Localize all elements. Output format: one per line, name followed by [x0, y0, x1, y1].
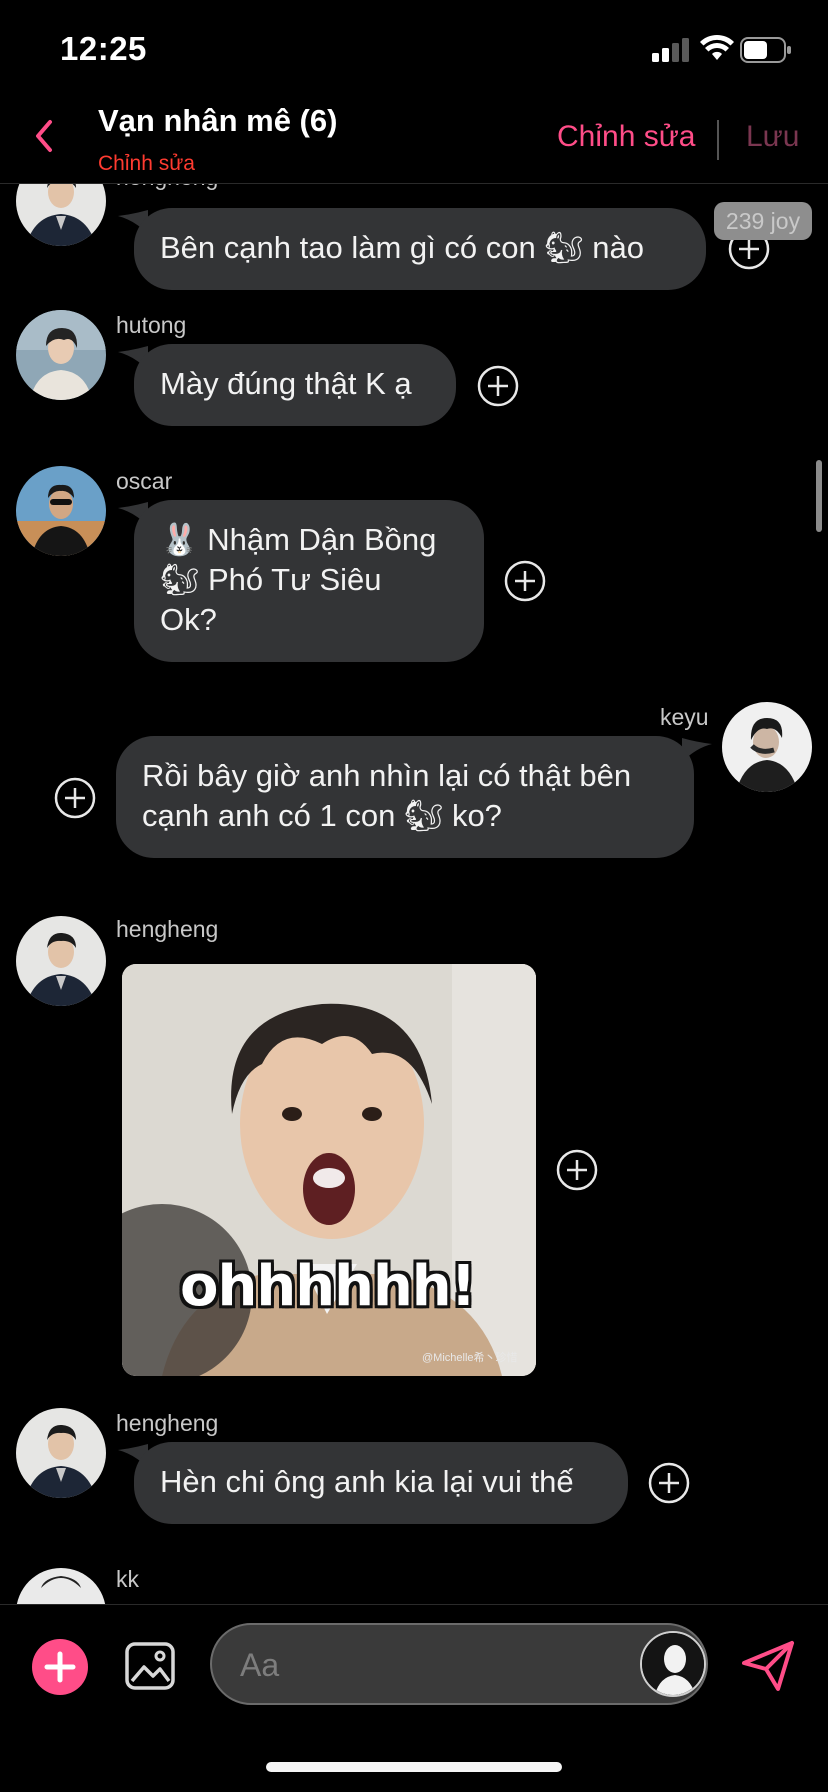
avatar[interactable] [16, 916, 106, 1006]
home-indicator[interactable] [266, 1762, 562, 1772]
chat-subtitle: Chỉnh sửa [98, 152, 195, 175]
status-time: 12:25 [60, 30, 147, 67]
edit-button[interactable]: Chỉnh sửa [557, 120, 696, 154]
sticker-avatar-icon[interactable] [640, 1631, 706, 1697]
image-watermark: @Michelle希丶珍惜 [422, 1352, 518, 1364]
wifi-icon [700, 34, 734, 60]
sender-name: hengheng [116, 1410, 219, 1436]
message-item: hengheng ohhhhhh! @Michelle希丶珍惜 [0, 184, 828, 1604]
scrollbar[interactable] [816, 460, 822, 532]
battery-icon [740, 37, 791, 63]
message-text: Hèn chi ông anh kia lại vui thế [160, 1464, 574, 1499]
avatar[interactable] [16, 1408, 106, 1498]
message-input-field[interactable] [210, 1623, 708, 1705]
sender-name: hengheng [116, 916, 219, 942]
cellular-signal-icon [652, 38, 690, 62]
chat-screen: 12:25 Vạn nhân mê (6) Chỉnh sửa Chỉnh sử… [0, 0, 828, 1792]
plus-icon [44, 1651, 76, 1683]
message-item: hengheng Hèn chi ông anh kia lại vui thế [0, 1408, 828, 1540]
message-list[interactable]: hengheng Bên cạnh tao làm gì có con 🐿 nà… [0, 184, 828, 1604]
status-bar: 12:25 [0, 0, 828, 100]
joy-badge: 239 joy [714, 202, 812, 240]
shared-image[interactable]: ohhhhhh! @Michelle希丶珍惜 [122, 964, 536, 1376]
header-divider [717, 120, 719, 160]
message-input[interactable] [240, 1643, 620, 1687]
sender-name: kk [116, 1566, 139, 1592]
avatar[interactable] [16, 1568, 106, 1604]
message-item: kk [0, 1566, 828, 1604]
add-reaction-icon[interactable] [647, 1461, 691, 1505]
chat-header: Vạn nhân mê (6) Chỉnh sửa Chỉnh sửa Lưu [0, 90, 828, 184]
add-reaction-icon[interactable] [555, 1148, 599, 1192]
message-bubble[interactable]: Hèn chi ông anh kia lại vui thế [134, 1442, 628, 1524]
back-chevron-icon[interactable] [28, 116, 60, 156]
chat-title: Vạn nhân mê (6) [98, 103, 338, 138]
send-icon[interactable] [738, 1635, 798, 1695]
add-attachment-button[interactable] [32, 1639, 88, 1695]
save-button[interactable]: Lưu [746, 120, 799, 154]
image-picker-icon[interactable] [124, 1641, 176, 1691]
image-caption: ohhhhhh! [180, 1254, 476, 1319]
